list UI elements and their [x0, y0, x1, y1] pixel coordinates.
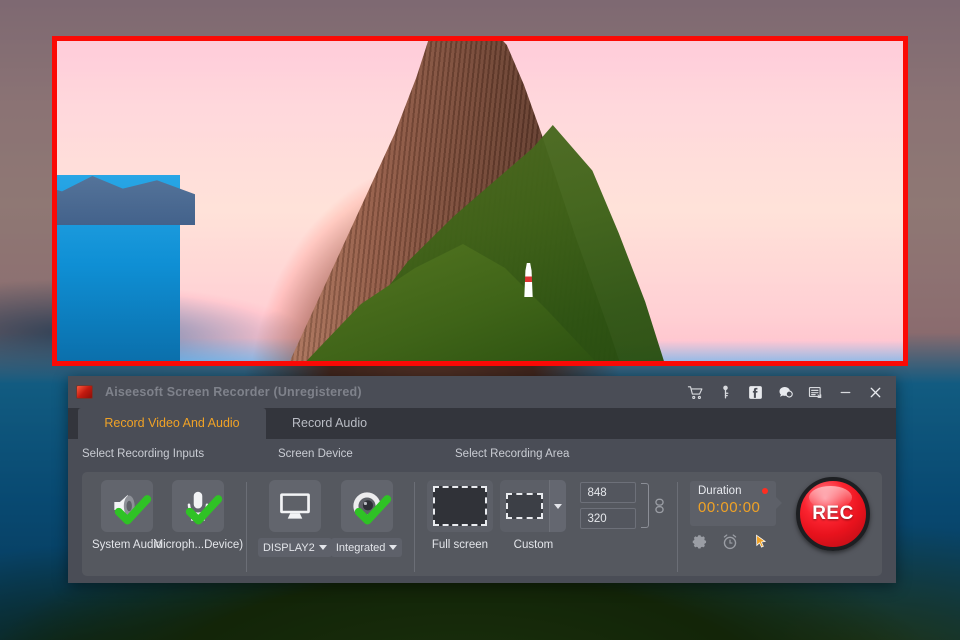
- label-select-recording-inputs: Select Recording Inputs: [82, 448, 278, 468]
- screen-recorder-window: Aiseesoft Screen Recorder (Unregistered): [68, 376, 896, 583]
- capture-selection-region[interactable]: [52, 36, 908, 366]
- section-labels: Select Recording Inputs Screen Device Se…: [82, 448, 882, 468]
- screen-device-toggle[interactable]: [269, 480, 321, 532]
- divider: [677, 482, 678, 572]
- duration-row: Duration 00:00:00: [690, 480, 870, 551]
- mini-tool-row: [690, 533, 782, 551]
- chevron-down-icon: [554, 504, 562, 509]
- camera-device-dropdown[interactable]: Integrated: [331, 538, 403, 557]
- custom-area-dropdown[interactable]: [549, 480, 566, 532]
- custom-area-main[interactable]: [500, 493, 549, 519]
- full-screen-frame-icon: [433, 486, 487, 526]
- checkmark-icon: [185, 492, 223, 530]
- record-button-wrapper: REC: [796, 477, 870, 551]
- size-inputs: [580, 482, 636, 529]
- microphone-label: Microph...Device): [154, 539, 243, 551]
- device-screen: DISPLAY2: [259, 480, 331, 557]
- feedback-icon[interactable]: [777, 384, 794, 401]
- microphone-toggle[interactable]: [172, 480, 224, 532]
- duration-time: 00:00:00: [698, 499, 768, 516]
- duration-header: Duration: [698, 485, 768, 497]
- label-screen-device: Screen Device: [278, 448, 455, 468]
- title-bar[interactable]: Aiseesoft Screen Recorder (Unregistered): [68, 376, 896, 408]
- chevron-down-icon: [389, 545, 397, 550]
- facebook-icon[interactable]: [747, 384, 764, 401]
- custom-frame-icon: [506, 493, 543, 519]
- label-select-recording-area: Select Recording Area: [455, 448, 882, 468]
- camera-device-value: Integrated: [336, 542, 386, 554]
- monitor-icon: [276, 487, 314, 525]
- input-microphone: Microph...Device): [162, 480, 234, 551]
- width-input[interactable]: [580, 482, 636, 503]
- divider: [414, 482, 415, 572]
- duration-label: Duration: [698, 485, 741, 497]
- system-audio-toggle[interactable]: [101, 480, 153, 532]
- app-logo-icon: [76, 385, 93, 399]
- checkmark-icon: [354, 492, 392, 530]
- area-full-screen: Full screen: [427, 480, 493, 551]
- alarm-clock-icon[interactable]: [721, 533, 739, 551]
- full-screen-button[interactable]: [427, 480, 493, 532]
- close-icon[interactable]: [867, 384, 884, 401]
- menu-icon[interactable]: [807, 384, 824, 401]
- settings-gear-icon[interactable]: [690, 533, 708, 551]
- controls-panel: System Audio Microph...Device): [82, 472, 882, 576]
- titlebar-actions: [687, 384, 892, 401]
- area-size-fields: [580, 482, 665, 529]
- record-button[interactable]: REC: [796, 477, 870, 551]
- camera-device-toggle[interactable]: [341, 480, 393, 532]
- app-body: Select Recording Inputs Screen Device Se…: [68, 439, 896, 576]
- chevron-down-icon: [319, 545, 327, 550]
- system-audio-label: System Audio: [92, 539, 162, 551]
- custom-label: Custom: [514, 539, 554, 551]
- checkmark-icon: [114, 492, 152, 530]
- tab-record-audio[interactable]: Record Audio: [266, 408, 393, 439]
- device-camera: Integrated: [331, 480, 403, 557]
- screen-device-value: DISPLAY2: [263, 542, 315, 554]
- capture-preview: [52, 36, 908, 366]
- window-title: Aiseesoft Screen Recorder (Unregistered): [105, 385, 362, 399]
- divider: [246, 482, 247, 572]
- duration-and-record: Duration 00:00:00: [690, 480, 872, 551]
- duration-panel[interactable]: Duration 00:00:00: [690, 481, 776, 526]
- custom-area-button[interactable]: [500, 480, 566, 532]
- record-button-label: REC: [812, 503, 854, 525]
- key-icon[interactable]: [717, 384, 734, 401]
- tab-record-video-and-audio[interactable]: Record Video And Audio: [78, 408, 266, 439]
- minimize-icon[interactable]: [837, 384, 854, 401]
- height-input[interactable]: [580, 508, 636, 529]
- tab-strip: Record Video And Audio Record Audio: [68, 408, 896, 439]
- full-screen-label: Full screen: [432, 539, 488, 551]
- recording-indicator-dot: [762, 488, 768, 494]
- size-bracket: [641, 483, 649, 528]
- screen-device-dropdown[interactable]: DISPLAY2: [258, 538, 332, 557]
- area-custom: Custom: [500, 480, 566, 551]
- input-system-audio: System Audio: [92, 480, 162, 551]
- mouse-cursor-icon[interactable]: [752, 533, 770, 551]
- cart-icon[interactable]: [687, 384, 704, 401]
- chain-link-icon[interactable]: [654, 498, 665, 514]
